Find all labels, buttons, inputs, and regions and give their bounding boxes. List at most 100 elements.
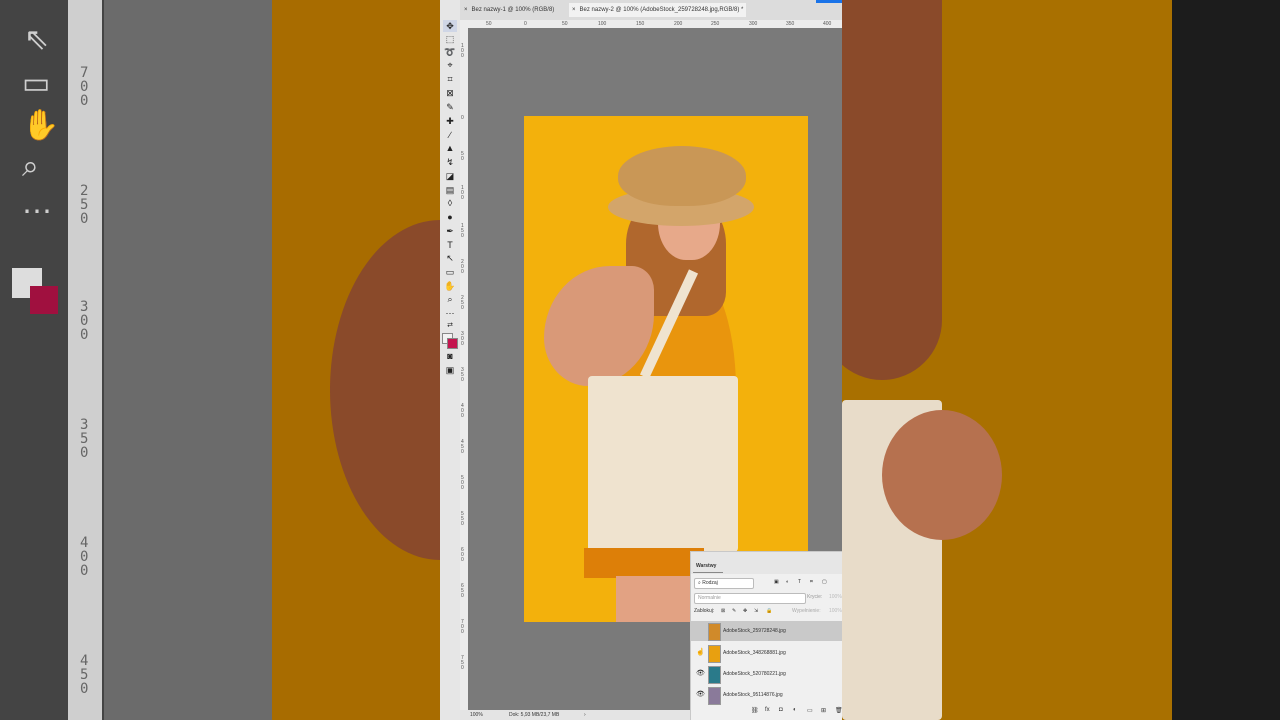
layer-row[interactable]: 👁 AdobeStock_520780221.jpg: [691, 664, 842, 684]
hand-tool-icon[interactable]: ✋: [443, 280, 457, 292]
healing-brush-tool-icon[interactable]: ✚: [443, 115, 457, 127]
quick-mask-icon[interactable]: ◙: [443, 350, 457, 362]
trash-icon[interactable]: 🗑: [835, 707, 842, 714]
filter-smart-icon[interactable]: ▢: [822, 578, 827, 587]
visibility-toggle[interactable]: [696, 627, 704, 635]
brush-tool-icon[interactable]: ∕: [443, 129, 457, 141]
eyedropper-tool-icon[interactable]: ✎: [443, 101, 457, 113]
filter-adjustment-icon[interactable]: ◐: [786, 578, 789, 587]
marquee-tool-icon[interactable]: ⬚: [443, 33, 457, 45]
layer-filter-select[interactable]: ⌕ Rodzaj: [694, 578, 754, 589]
ruler-label: 0: [461, 115, 464, 121]
pen-tool-icon[interactable]: ✒: [443, 225, 457, 237]
bg-ruler: 7 0 0 2 5 0 3 0 0 3 5 0 4 0 0 4 5 0: [68, 0, 102, 720]
ruler-label: 1 5 0: [461, 223, 464, 239]
move-tool-icon[interactable]: ✥: [443, 20, 457, 32]
new-layer-icon[interactable]: ⊞: [821, 707, 826, 714]
layers-panel: Warstwy ⌕ Rodzaj ▣ ◐ T ⌗ ▢ Normalnie Kry…: [690, 551, 842, 720]
tab-document-1[interactable]: × Bez nazwy-1 @ 100% (RGB/8): [464, 5, 554, 15]
layer-thumbnail: [708, 666, 721, 684]
lock-pixels-icon[interactable]: ✎: [732, 607, 736, 616]
document-tabs: × Bez nazwy-1 @ 100% (RGB/8) × Bez nazwy-2…: [460, 0, 842, 20]
bg-bg-swatch: [30, 286, 58, 314]
toolbar: ✥ ⬚ ➰ ⌖ ⌗ ⊠ ✎ ✚ ∕ ▲ ↯ ◪ ▤ ◊ ● ✒ T ↖ ▭ ✋ …: [440, 0, 461, 720]
opacity-value[interactable]: 100%: [829, 593, 842, 602]
crop-tool-icon[interactable]: ⌗: [443, 73, 457, 85]
mask-icon[interactable]: ◘: [779, 707, 783, 713]
stamp-tool-icon[interactable]: ▲: [443, 142, 457, 154]
layers-panel-title[interactable]: Warstwy: [696, 563, 716, 569]
layer-row[interactable]: ☝ AdobeStock_348268881.jpg: [691, 643, 842, 663]
gradient-tool-icon[interactable]: ▤: [443, 184, 457, 196]
lock-artboard-icon[interactable]: ⇲: [754, 607, 758, 616]
close-tab-icon[interactable]: ×: [464, 7, 468, 13]
blur-tool-icon[interactable]: ◊: [443, 197, 457, 209]
shape-tool-icon[interactable]: ▭: [443, 266, 457, 278]
group-icon[interactable]: ▭: [807, 707, 813, 714]
bg-rectangle-icon: ▭: [22, 67, 51, 100]
eye-icon[interactable]: 👁: [696, 691, 705, 699]
blend-mode-select[interactable]: Normalnie: [694, 593, 806, 604]
ruler-label: 300: [749, 21, 758, 27]
lock-transparent-icon[interactable]: ⊠: [721, 607, 725, 616]
lasso-tool-icon[interactable]: ➰: [443, 46, 457, 58]
layer-row[interactable]: 👁 AdobeStock_95114876.jpg: [691, 685, 842, 705]
bg-select-arrow-icon: ⇖: [24, 23, 50, 56]
filter-shape-icon[interactable]: ⌗: [810, 578, 813, 587]
ruler-label: 150: [636, 21, 645, 27]
path-select-tool-icon[interactable]: ↖: [443, 252, 457, 264]
ruler-label: 7 5 0: [461, 655, 464, 671]
active-tab-underline: [693, 572, 723, 573]
close-tab-icon[interactable]: ×: [572, 7, 576, 13]
lock-position-icon[interactable]: ✥: [743, 607, 747, 616]
bg-ruler-label: 3 0 0: [80, 299, 89, 343]
bg-ruler-label: 4 5 0: [80, 653, 89, 697]
ruler-label: 4 5 0: [461, 439, 464, 455]
doc-size: Dok: 5,93 MB/23,7 MB: [509, 712, 560, 718]
background-color-swatch[interactable]: [447, 338, 458, 349]
swap-colors-icon[interactable]: ⇄: [443, 320, 457, 332]
bg-ruler-label: 3 5 0: [80, 417, 89, 461]
bg-ruler-label: 4 0 0: [80, 535, 89, 579]
photo-hat: [618, 146, 746, 206]
screen-mode-icon[interactable]: ▣: [443, 364, 457, 376]
layer-row[interactable]: AdobeStock_259728248.jpg: [691, 621, 842, 641]
lock-all-icon[interactable]: 🔒: [766, 607, 772, 616]
object-select-tool-icon[interactable]: ⌖: [443, 59, 457, 71]
more-tools-icon[interactable]: ⋯: [443, 307, 457, 319]
photoshop-window: ✥ ⬚ ➰ ⌖ ⌗ ⊠ ✎ ✚ ∕ ▲ ↯ ◪ ▤ ◊ ● ✒ T ↖ ▭ ✋ …: [440, 0, 842, 720]
adjustment-icon[interactable]: ◐: [793, 707, 797, 713]
filter-image-icon[interactable]: ▣: [774, 578, 779, 587]
type-tool-icon[interactable]: T: [443, 239, 457, 251]
photo-legs: [616, 576, 696, 622]
filter-type-icon[interactable]: T: [798, 578, 801, 587]
blurred-background-left: ⇖ ▭ ✋ ⌕ ⋯ 7 0 0 2 5 0 3 0 0 3 5 0 4 0 0 …: [0, 0, 440, 720]
link-icon[interactable]: ⛓: [751, 707, 759, 714]
layer-name: AdobeStock_348268881.jpg: [723, 650, 786, 656]
tab-document-2[interactable]: × Bez nazwy-2 @ 100% (AdobeStock_25972824…: [569, 3, 747, 17]
eraser-tool-icon[interactable]: ◪: [443, 170, 457, 182]
frame-tool-icon[interactable]: ⊠: [443, 87, 457, 99]
eye-icon[interactable]: 👁: [696, 670, 705, 678]
layer-thumbnail: [708, 623, 721, 641]
dodge-tool-icon[interactable]: ●: [443, 211, 457, 223]
zoom-level[interactable]: 100%: [470, 712, 483, 718]
layer-thumbnail: [708, 687, 721, 705]
bg-zoom-icon: ⌕: [22, 150, 39, 183]
ruler-label: 100: [598, 21, 607, 27]
ruler-label: 1 0 0: [461, 185, 464, 201]
search-icon: ⌕: [698, 580, 701, 586]
history-brush-tool-icon[interactable]: ↯: [443, 156, 457, 168]
document-photo[interactable]: [524, 116, 808, 622]
ruler-label: 5 0: [461, 151, 464, 162]
visibility-toggle[interactable]: ☝: [696, 649, 705, 657]
ruler-label: 1 0 0: [461, 43, 464, 59]
bg-canvas: [104, 0, 272, 720]
fill-value[interactable]: 100%: [829, 607, 842, 616]
status-menu-icon[interactable]: ›: [584, 712, 586, 718]
fx-icon[interactable]: fx: [765, 707, 770, 713]
zoom-tool-icon[interactable]: ⌕: [443, 293, 457, 305]
blurred-background-right: [842, 0, 1280, 720]
bg-ruler-label: 2 5 0: [80, 183, 89, 227]
layers-panel-header: Warstwy: [691, 552, 842, 574]
